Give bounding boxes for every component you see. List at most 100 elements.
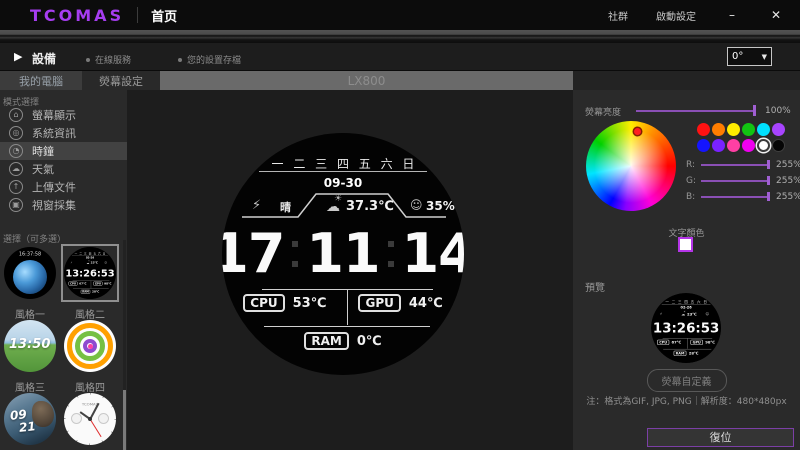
style-thumb-2[interactable]: 一 二 三 四 五 六 日 02-26 ⚡ ☀ ☁ 23℃ ☺ 13:26:53… xyxy=(64,247,116,299)
home-tab[interactable]: 首页 xyxy=(151,6,177,25)
preview-label: 預覽 xyxy=(585,279,605,294)
gpu-value: 98℃ xyxy=(705,340,715,344)
g-label: G: xyxy=(686,176,696,186)
thumb-time: 13:50 xyxy=(9,337,50,352)
rotation-value: 0° xyxy=(732,51,743,62)
thumb-minutes: 21 xyxy=(18,419,36,435)
ram-value: 28℃ xyxy=(92,290,99,293)
color-swatch[interactable] xyxy=(757,123,770,136)
gpu-badge: GPU xyxy=(358,294,400,312)
hours-digits: 17 xyxy=(222,226,284,282)
device-model-bar[interactable]: LX800 xyxy=(160,71,573,90)
color-swatch-selected[interactable] xyxy=(757,139,770,152)
color-swatch[interactable] xyxy=(727,123,740,136)
ram-value: 28℃ xyxy=(689,351,699,355)
cpu-value: 53℃ xyxy=(293,296,327,311)
sidebar-item-clock[interactable]: ◔ 時鐘 xyxy=(0,142,127,160)
mini-time: 13:26:53 xyxy=(64,267,116,279)
b-slider-handle[interactable] xyxy=(767,192,770,201)
style-thumb-3[interactable]: 13:50 xyxy=(4,320,56,372)
g-slider[interactable] xyxy=(701,180,769,182)
close-icon[interactable]: ✕ xyxy=(768,8,784,22)
weekdays-row: 一 二 三 四 五 六 日 xyxy=(222,155,464,172)
device-label: 設備 xyxy=(32,50,56,67)
color-swatch[interactable] xyxy=(742,123,755,136)
text-color-picker[interactable] xyxy=(678,237,693,252)
color-swatch[interactable] xyxy=(727,139,740,152)
sidebar: 模式選擇 ⌂ 螢幕顯示 ◎ 系統資訊 ◔ 時鐘 ☁ 天氣 xyxy=(0,90,127,450)
minutes-digits: 11 xyxy=(306,226,379,282)
divider-line xyxy=(264,326,430,327)
device-bar: ▶ 設備 在線服務 您的設置存檔 0° ▼ xyxy=(0,43,800,71)
b-value: 255% xyxy=(776,192,800,202)
title-bar: TCOMAS 首页 社群 啟動設定 – ✕ xyxy=(0,0,800,30)
sidebar-item-screen-display[interactable]: ⌂ 螢幕顯示 xyxy=(0,106,127,124)
color-swatch[interactable] xyxy=(712,123,725,136)
settings-archive-item[interactable]: 您的設置存檔 xyxy=(178,53,241,66)
rotation-dropdown[interactable]: 0° ▼ xyxy=(727,47,772,66)
select-header: 選擇（可多選） xyxy=(3,232,66,245)
community-link[interactable]: 社群 xyxy=(608,8,628,23)
reset-button[interactable]: 復位 xyxy=(647,428,794,447)
sidebar-item-label: 螢幕顯示 xyxy=(32,107,76,123)
color-wheel[interactable] xyxy=(586,121,676,211)
style-thumb-5[interactable]: 09 21 xyxy=(4,393,56,445)
app-window: TCOMAS 首页 社群 啟動設定 – ✕ ▶ 設備 在線服務 您的設置存檔 0… xyxy=(0,0,800,450)
r-slider[interactable] xyxy=(701,164,769,166)
sidebar-item-weather[interactable]: ☁ 天氣 xyxy=(0,160,127,178)
cloud-icon: ☁ xyxy=(86,261,89,264)
clock-icon: ◔ xyxy=(9,144,23,158)
b-slider[interactable] xyxy=(701,196,769,198)
color-swatch[interactable] xyxy=(697,139,710,152)
cpu-badge: CPU xyxy=(657,340,669,345)
titlebar-separator xyxy=(137,7,138,23)
brightness-slider-handle[interactable] xyxy=(753,105,756,116)
style-label-1: 風格一 xyxy=(4,306,56,321)
analog-subdial xyxy=(98,413,109,424)
g-slider-handle[interactable] xyxy=(767,176,770,185)
brightness-label: 熒幕亮度 xyxy=(585,105,621,118)
color-swatch[interactable] xyxy=(742,139,755,152)
main-preview-area: 一 二 三 四 五 六 日 09-30 ⚡ 晴 ☀ ☁ 37.3℃ ☺ 35% … xyxy=(127,90,573,450)
sidebar-item-window-capture[interactable]: ▣ 視窗採集 xyxy=(0,196,127,214)
color-swatch[interactable] xyxy=(697,123,710,136)
thumb-time: 16:37:58 xyxy=(14,251,46,257)
launch-settings-link[interactable]: 啟動設定 xyxy=(656,8,696,23)
mini-temperature: 23℃ xyxy=(91,261,98,264)
minimize-icon[interactable]: – xyxy=(724,8,740,22)
ram-badge: RAM xyxy=(304,332,348,350)
brightness-slider[interactable] xyxy=(636,110,756,112)
analog-subdial xyxy=(71,413,82,424)
temperature-display: 37.3℃ xyxy=(346,199,394,214)
weather-text: 晴 xyxy=(280,199,291,215)
color-wheel-marker[interactable] xyxy=(634,128,641,135)
activity-dot xyxy=(88,344,93,349)
style-thumb-1[interactable]: 16:37:58 xyxy=(4,247,56,299)
color-swatch[interactable] xyxy=(772,123,785,136)
preview-temperature: 23℃ xyxy=(687,312,697,316)
bolt-icon: ⚡ xyxy=(660,312,663,316)
capture-icon: ▣ xyxy=(9,198,23,212)
sidebar-scrollbar-thumb[interactable] xyxy=(123,390,126,450)
brightness-value: 100% xyxy=(765,106,791,116)
r-value: 255% xyxy=(776,160,800,170)
color-swatch[interactable] xyxy=(712,139,725,152)
r-slider-handle[interactable] xyxy=(767,160,770,169)
online-service-item[interactable]: 在線服務 xyxy=(86,53,131,66)
style-thumb-4[interactable] xyxy=(64,320,116,372)
sidebar-item-system-info[interactable]: ◎ 系統資訊 xyxy=(0,124,127,142)
gpu-badge: GPU xyxy=(93,282,102,286)
play-icon[interactable]: ▶ xyxy=(14,50,22,63)
screen-customize-button[interactable]: 熒幕自定義 xyxy=(647,369,727,392)
info-icon: ◎ xyxy=(9,126,23,140)
gpu-badge: GPU xyxy=(691,340,703,345)
sidebar-item-label: 時鐘 xyxy=(32,143,54,159)
cpu-badge: CPU xyxy=(243,294,284,312)
tab-screen-settings[interactable]: 熒幕設定 xyxy=(82,71,160,90)
sidebar-item-upload-file[interactable]: ↑ 上傳文件 xyxy=(0,178,127,196)
weather-row: ⚡ 晴 ☀ ☁ 37.3℃ ☺ 35% xyxy=(242,191,446,218)
style-thumb-6[interactable]: TCOMAS xyxy=(64,393,116,445)
watch-face-preview: 一 二 三 四 五 六 日 09-30 ⚡ 晴 ☀ ☁ 37.3℃ ☺ 35% … xyxy=(222,133,464,375)
color-swatch[interactable] xyxy=(772,139,785,152)
tab-my-computer[interactable]: 我的電腦 xyxy=(0,71,82,90)
